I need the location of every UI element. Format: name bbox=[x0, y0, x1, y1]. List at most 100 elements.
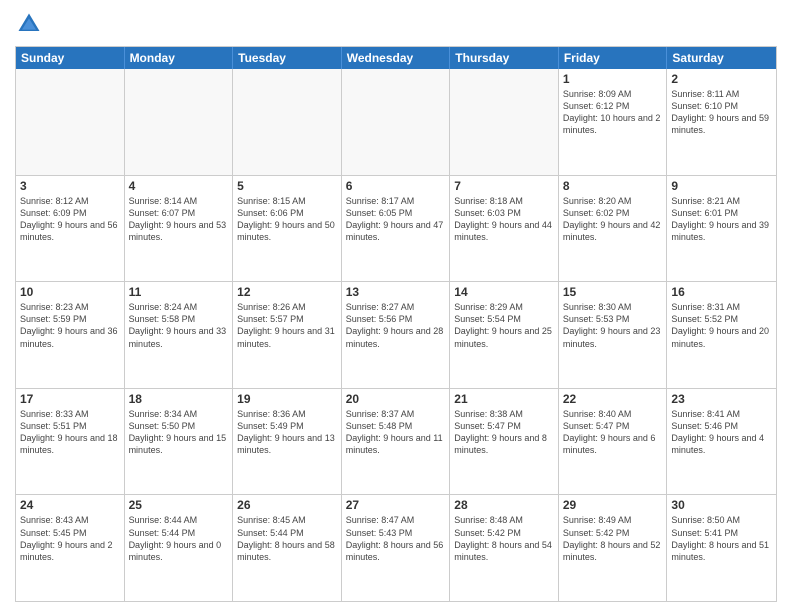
day-number: 2 bbox=[671, 72, 772, 86]
calendar-body: 1 Sunrise: 8:09 AMSunset: 6:12 PMDaylight… bbox=[16, 69, 776, 601]
day-info: Sunrise: 8:47 AMSunset: 5:43 PMDaylight:… bbox=[346, 514, 446, 563]
day-info: Sunrise: 8:33 AMSunset: 5:51 PMDaylight:… bbox=[20, 408, 120, 457]
cal-cell bbox=[125, 69, 234, 175]
cal-cell: 15 Sunrise: 8:30 AMSunset: 5:53 PMDayligh… bbox=[559, 282, 668, 388]
cal-cell: 5 Sunrise: 8:15 AMSunset: 6:06 PMDaylight… bbox=[233, 176, 342, 282]
week-row-5: 24 Sunrise: 8:43 AMSunset: 5:45 PMDayligh… bbox=[16, 494, 776, 601]
week-row-3: 10Sunrise: 8:23 AMSunset: 5:59 PMDayligh… bbox=[16, 281, 776, 388]
cal-cell: 27 Sunrise: 8:47 AMSunset: 5:43 PMDayligh… bbox=[342, 495, 451, 601]
day-info: Sunrise: 8:34 AMSunset: 5:50 PMDaylight:… bbox=[129, 408, 229, 457]
day-info: Sunrise: 8:45 AMSunset: 5:44 PMDaylight:… bbox=[237, 514, 337, 563]
day-info: Sunrise: 8:37 AMSunset: 5:48 PMDaylight:… bbox=[346, 408, 446, 457]
day-info: Sunrise: 8:21 AMSunset: 6:01 PMDaylight:… bbox=[671, 195, 772, 244]
day-info: Sunrise: 8:43 AMSunset: 5:45 PMDaylight:… bbox=[20, 514, 120, 563]
day-number: 7 bbox=[454, 179, 554, 193]
day-info: Sunrise: 8:17 AMSunset: 6:05 PMDaylight:… bbox=[346, 195, 446, 244]
day-info: Sunrise: 8:18 AMSunset: 6:03 PMDaylight:… bbox=[454, 195, 554, 244]
day-info: Sunrise: 8:24 AMSunset: 5:58 PMDaylight:… bbox=[129, 301, 229, 350]
header-day-monday: Monday bbox=[125, 47, 234, 69]
day-info: Sunrise: 8:26 AMSunset: 5:57 PMDaylight:… bbox=[237, 301, 337, 350]
day-info: Sunrise: 8:36 AMSunset: 5:49 PMDaylight:… bbox=[237, 408, 337, 457]
day-number: 1 bbox=[563, 72, 663, 86]
day-info: Sunrise: 8:40 AMSunset: 5:47 PMDaylight:… bbox=[563, 408, 663, 457]
day-number: 14 bbox=[454, 285, 554, 299]
day-info: Sunrise: 8:27 AMSunset: 5:56 PMDaylight:… bbox=[346, 301, 446, 350]
cal-cell: 24 Sunrise: 8:43 AMSunset: 5:45 PMDayligh… bbox=[16, 495, 125, 601]
day-number: 4 bbox=[129, 179, 229, 193]
cal-cell: 6 Sunrise: 8:17 AMSunset: 6:05 PMDaylight… bbox=[342, 176, 451, 282]
cal-cell: 17 Sunrise: 8:33 AMSunset: 5:51 PMDayligh… bbox=[16, 389, 125, 495]
day-number: 15 bbox=[563, 285, 663, 299]
logo bbox=[15, 10, 47, 38]
day-info: Sunrise: 8:50 AMSunset: 5:41 PMDaylight:… bbox=[671, 514, 772, 563]
week-row-4: 17 Sunrise: 8:33 AMSunset: 5:51 PMDayligh… bbox=[16, 388, 776, 495]
day-info: Sunrise: 8:14 AMSunset: 6:07 PMDaylight:… bbox=[129, 195, 229, 244]
header-day-tuesday: Tuesday bbox=[233, 47, 342, 69]
day-number: 29 bbox=[563, 498, 663, 512]
day-info: Sunrise: 8:31 AMSunset: 5:52 PMDaylight:… bbox=[671, 301, 772, 350]
cal-cell: 28Sunrise: 8:48 AMSunset: 5:42 PMDayligh… bbox=[450, 495, 559, 601]
day-info: Sunrise: 8:38 AMSunset: 5:47 PMDaylight:… bbox=[454, 408, 554, 457]
cal-cell: 12 Sunrise: 8:26 AMSunset: 5:57 PMDayligh… bbox=[233, 282, 342, 388]
day-info: Sunrise: 8:49 AMSunset: 5:42 PMDaylight:… bbox=[563, 514, 663, 563]
day-number: 24 bbox=[20, 498, 120, 512]
header-day-thursday: Thursday bbox=[450, 47, 559, 69]
day-info: Sunrise: 8:30 AMSunset: 5:53 PMDaylight:… bbox=[563, 301, 663, 350]
day-number: 5 bbox=[237, 179, 337, 193]
day-info: Sunrise: 8:15 AMSunset: 6:06 PMDaylight:… bbox=[237, 195, 337, 244]
cal-cell: 21 Sunrise: 8:38 AMSunset: 5:47 PMDayligh… bbox=[450, 389, 559, 495]
day-number: 23 bbox=[671, 392, 772, 406]
logo-icon bbox=[15, 10, 43, 38]
day-number: 13 bbox=[346, 285, 446, 299]
day-info: Sunrise: 8:12 AMSunset: 6:09 PMDaylight:… bbox=[20, 195, 120, 244]
day-info: Sunrise: 8:44 AMSunset: 5:44 PMDaylight:… bbox=[129, 514, 229, 563]
cal-cell: 11 Sunrise: 8:24 AMSunset: 5:58 PMDayligh… bbox=[125, 282, 234, 388]
cal-cell: 22 Sunrise: 8:40 AMSunset: 5:47 PMDayligh… bbox=[559, 389, 668, 495]
cal-cell: 25 Sunrise: 8:44 AMSunset: 5:44 PMDayligh… bbox=[125, 495, 234, 601]
cal-cell: 16 Sunrise: 8:31 AMSunset: 5:52 PMDayligh… bbox=[667, 282, 776, 388]
day-info: Sunrise: 8:20 AMSunset: 6:02 PMDaylight:… bbox=[563, 195, 663, 244]
day-number: 26 bbox=[237, 498, 337, 512]
cal-cell: 26 Sunrise: 8:45 AMSunset: 5:44 PMDayligh… bbox=[233, 495, 342, 601]
cal-cell bbox=[16, 69, 125, 175]
cal-cell bbox=[342, 69, 451, 175]
day-number: 25 bbox=[129, 498, 229, 512]
day-number: 6 bbox=[346, 179, 446, 193]
cal-cell bbox=[233, 69, 342, 175]
cal-cell: 19 Sunrise: 8:36 AMSunset: 5:49 PMDayligh… bbox=[233, 389, 342, 495]
day-info: Sunrise: 8:09 AMSunset: 6:12 PMDaylight:… bbox=[563, 88, 663, 137]
cal-cell: 1 Sunrise: 8:09 AMSunset: 6:12 PMDaylight… bbox=[559, 69, 668, 175]
cal-cell: 18 Sunrise: 8:34 AMSunset: 5:50 PMDayligh… bbox=[125, 389, 234, 495]
day-number: 19 bbox=[237, 392, 337, 406]
cal-cell: 3 Sunrise: 8:12 AMSunset: 6:09 PMDaylight… bbox=[16, 176, 125, 282]
cal-cell: 23 Sunrise: 8:41 AMSunset: 5:46 PMDayligh… bbox=[667, 389, 776, 495]
calendar: SundayMondayTuesdayWednesdayThursdayFrid… bbox=[15, 46, 777, 602]
calendar-header: SundayMondayTuesdayWednesdayThursdayFrid… bbox=[16, 47, 776, 69]
day-info: Sunrise: 8:23 AMSunset: 5:59 PMDaylight:… bbox=[20, 301, 120, 350]
day-info: Sunrise: 8:41 AMSunset: 5:46 PMDaylight:… bbox=[671, 408, 772, 457]
cal-cell: 10Sunrise: 8:23 AMSunset: 5:59 PMDayligh… bbox=[16, 282, 125, 388]
week-row-1: 1 Sunrise: 8:09 AMSunset: 6:12 PMDaylight… bbox=[16, 69, 776, 175]
day-number: 20 bbox=[346, 392, 446, 406]
cal-cell: 29 Sunrise: 8:49 AMSunset: 5:42 PMDayligh… bbox=[559, 495, 668, 601]
cal-cell: 13 Sunrise: 8:27 AMSunset: 5:56 PMDayligh… bbox=[342, 282, 451, 388]
day-info: Sunrise: 8:11 AMSunset: 6:10 PMDaylight:… bbox=[671, 88, 772, 137]
day-number: 27 bbox=[346, 498, 446, 512]
page: SundayMondayTuesdayWednesdayThursdayFrid… bbox=[0, 0, 792, 612]
header-day-sunday: Sunday bbox=[16, 47, 125, 69]
cal-cell: 4 Sunrise: 8:14 AMSunset: 6:07 PMDaylight… bbox=[125, 176, 234, 282]
cal-cell: 20 Sunrise: 8:37 AMSunset: 5:48 PMDayligh… bbox=[342, 389, 451, 495]
day-info: Sunrise: 8:48 AMSunset: 5:42 PMDaylight:… bbox=[454, 514, 554, 563]
day-number: 12 bbox=[237, 285, 337, 299]
day-number: 8 bbox=[563, 179, 663, 193]
header-day-saturday: Saturday bbox=[667, 47, 776, 69]
day-number: 30 bbox=[671, 498, 772, 512]
day-number: 17 bbox=[20, 392, 120, 406]
day-number: 3 bbox=[20, 179, 120, 193]
day-number: 16 bbox=[671, 285, 772, 299]
cal-cell: 30 Sunrise: 8:50 AMSunset: 5:41 PMDayligh… bbox=[667, 495, 776, 601]
day-number: 22 bbox=[563, 392, 663, 406]
day-number: 11 bbox=[129, 285, 229, 299]
day-number: 21 bbox=[454, 392, 554, 406]
day-number: 18 bbox=[129, 392, 229, 406]
